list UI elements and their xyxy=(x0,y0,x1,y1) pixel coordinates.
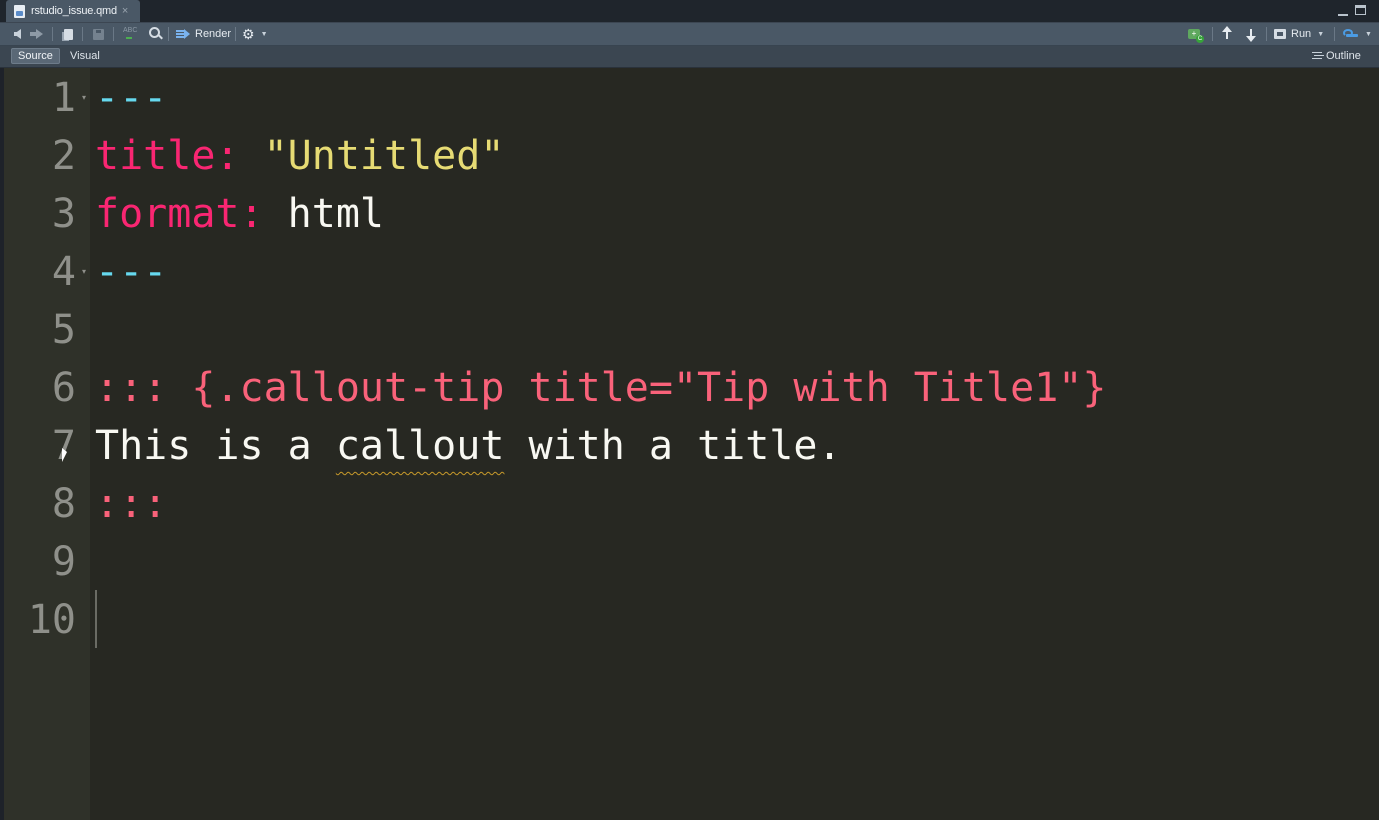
code-token: ::: xyxy=(95,481,168,527)
fold-arrow-icon[interactable]: ▾ xyxy=(82,93,86,102)
code-token: title: xyxy=(95,133,264,179)
code-line[interactable]: --- xyxy=(95,69,167,127)
chevron-down-icon: ▼ xyxy=(1365,30,1372,38)
toolbar-divider xyxy=(1334,27,1335,41)
forward-arrow-icon xyxy=(30,29,43,39)
toolbar-divider xyxy=(1212,27,1213,41)
toolbar-divider xyxy=(168,27,169,41)
code-token: format: xyxy=(95,191,288,237)
rerun-button[interactable]: ▼ xyxy=(1343,23,1372,45)
toolbar-divider xyxy=(82,27,83,41)
line-number: 5 xyxy=(51,307,76,353)
code-token: "Untitled" xyxy=(263,133,505,179)
line-number: 4 xyxy=(51,249,76,295)
source-mode-button[interactable]: Source xyxy=(11,48,60,64)
search-icon xyxy=(149,26,160,38)
tab-rstudio-issue[interactable]: rstudio_issue.qmd × xyxy=(6,0,140,22)
outline-label: Outline xyxy=(1326,50,1361,62)
close-tab-icon[interactable]: × xyxy=(122,5,128,17)
code-line[interactable]: format: html xyxy=(95,185,384,243)
maximize-pane-icon[interactable] xyxy=(1355,5,1366,15)
run-label: Run xyxy=(1291,28,1312,40)
insert-chunk-icon: + xyxy=(1188,29,1204,43)
line-number: 8 xyxy=(51,481,76,527)
code-token: --- xyxy=(95,249,168,295)
render-icon xyxy=(176,29,190,39)
toolbar-divider xyxy=(235,27,236,41)
line-number: 3 xyxy=(51,191,76,237)
rerun-icon xyxy=(1343,29,1359,39)
code-line[interactable]: title: "Untitled" xyxy=(95,127,504,185)
tab-label: rstudio_issue.qmd xyxy=(31,5,117,17)
find-replace-button[interactable] xyxy=(149,23,160,45)
line-number: 10 xyxy=(27,597,76,643)
code-token: --- xyxy=(95,75,168,121)
toolbar-divider xyxy=(1266,27,1267,41)
toolbar-divider xyxy=(52,27,53,41)
line-number: 7 xyxy=(51,423,76,469)
mouse-pointer-icon xyxy=(62,448,67,462)
code-line[interactable]: --- xyxy=(95,243,167,301)
line-number-gutter: 1 ▾ 2 3 4 ▾ 5 6 7 8 9 10 xyxy=(4,68,90,820)
save-icon xyxy=(93,28,104,40)
run-icon xyxy=(1274,29,1286,39)
spellcheck-button[interactable]: ABC xyxy=(123,23,137,45)
arrow-up-icon xyxy=(1222,26,1232,39)
previous-section-button[interactable] xyxy=(1222,23,1232,45)
editor-toolbar: ABC Render ⚙ ▼ + Run ▼ ▼ xyxy=(0,23,1379,46)
forward-button[interactable] xyxy=(30,23,43,45)
code-line[interactable]: This is a callout with a title. xyxy=(95,417,842,475)
outline-button[interactable]: Outline xyxy=(1306,48,1367,64)
text-cursor xyxy=(95,590,97,648)
toolbar-divider xyxy=(113,27,114,41)
outline-icon xyxy=(1312,52,1322,60)
line-number: 9 xyxy=(51,539,76,585)
run-button[interactable]: Run ▼ xyxy=(1274,23,1324,45)
tab-bar: rstudio_issue.qmd × xyxy=(0,0,1379,23)
line-number: 1 xyxy=(51,75,76,121)
back-button[interactable] xyxy=(14,23,21,45)
code-editor[interactable]: 1 ▾ 2 3 4 ▾ 5 6 7 8 9 10 --- title: "Untitled" format… xyxy=(4,68,1379,820)
gear-icon: ⚙ xyxy=(242,26,255,42)
qmd-file-icon xyxy=(14,4,25,18)
fold-arrow-icon[interactable]: ▾ xyxy=(82,267,86,276)
code-token: html xyxy=(287,191,384,237)
line-number: 2 xyxy=(51,133,76,179)
misspelled-word: callout xyxy=(335,423,505,469)
render-options-button[interactable]: ⚙ ▼ xyxy=(242,23,268,45)
minimize-pane-icon[interactable] xyxy=(1337,5,1349,17)
insert-chunk-button[interactable]: + xyxy=(1188,23,1204,45)
code-line[interactable]: ::: xyxy=(95,475,167,533)
arrow-down-icon xyxy=(1246,29,1256,42)
line-number: 6 xyxy=(51,365,76,411)
chevron-down-icon: ▼ xyxy=(1317,30,1325,38)
chevron-down-icon: ▼ xyxy=(260,30,268,38)
editor-mode-bar: Source Visual Outline xyxy=(0,46,1379,68)
render-button[interactable]: Render xyxy=(176,23,231,45)
back-arrow-icon xyxy=(14,29,21,39)
show-in-window-button[interactable] xyxy=(64,23,73,45)
code-token: with a title. xyxy=(504,423,842,469)
spellcheck-icon: ABC xyxy=(123,26,138,39)
show-in-window-icon xyxy=(64,28,73,40)
code-token: This is a xyxy=(95,423,336,469)
next-section-button[interactable] xyxy=(1246,23,1256,45)
code-line[interactable]: ::: {.callout-tip title="Tip with Title1… xyxy=(95,359,1106,417)
save-button[interactable] xyxy=(93,23,104,45)
code-token: ::: {.callout-tip title="Tip with Title1… xyxy=(95,365,1107,411)
render-label: Render xyxy=(195,28,232,40)
visual-mode-button[interactable]: Visual xyxy=(64,48,106,64)
